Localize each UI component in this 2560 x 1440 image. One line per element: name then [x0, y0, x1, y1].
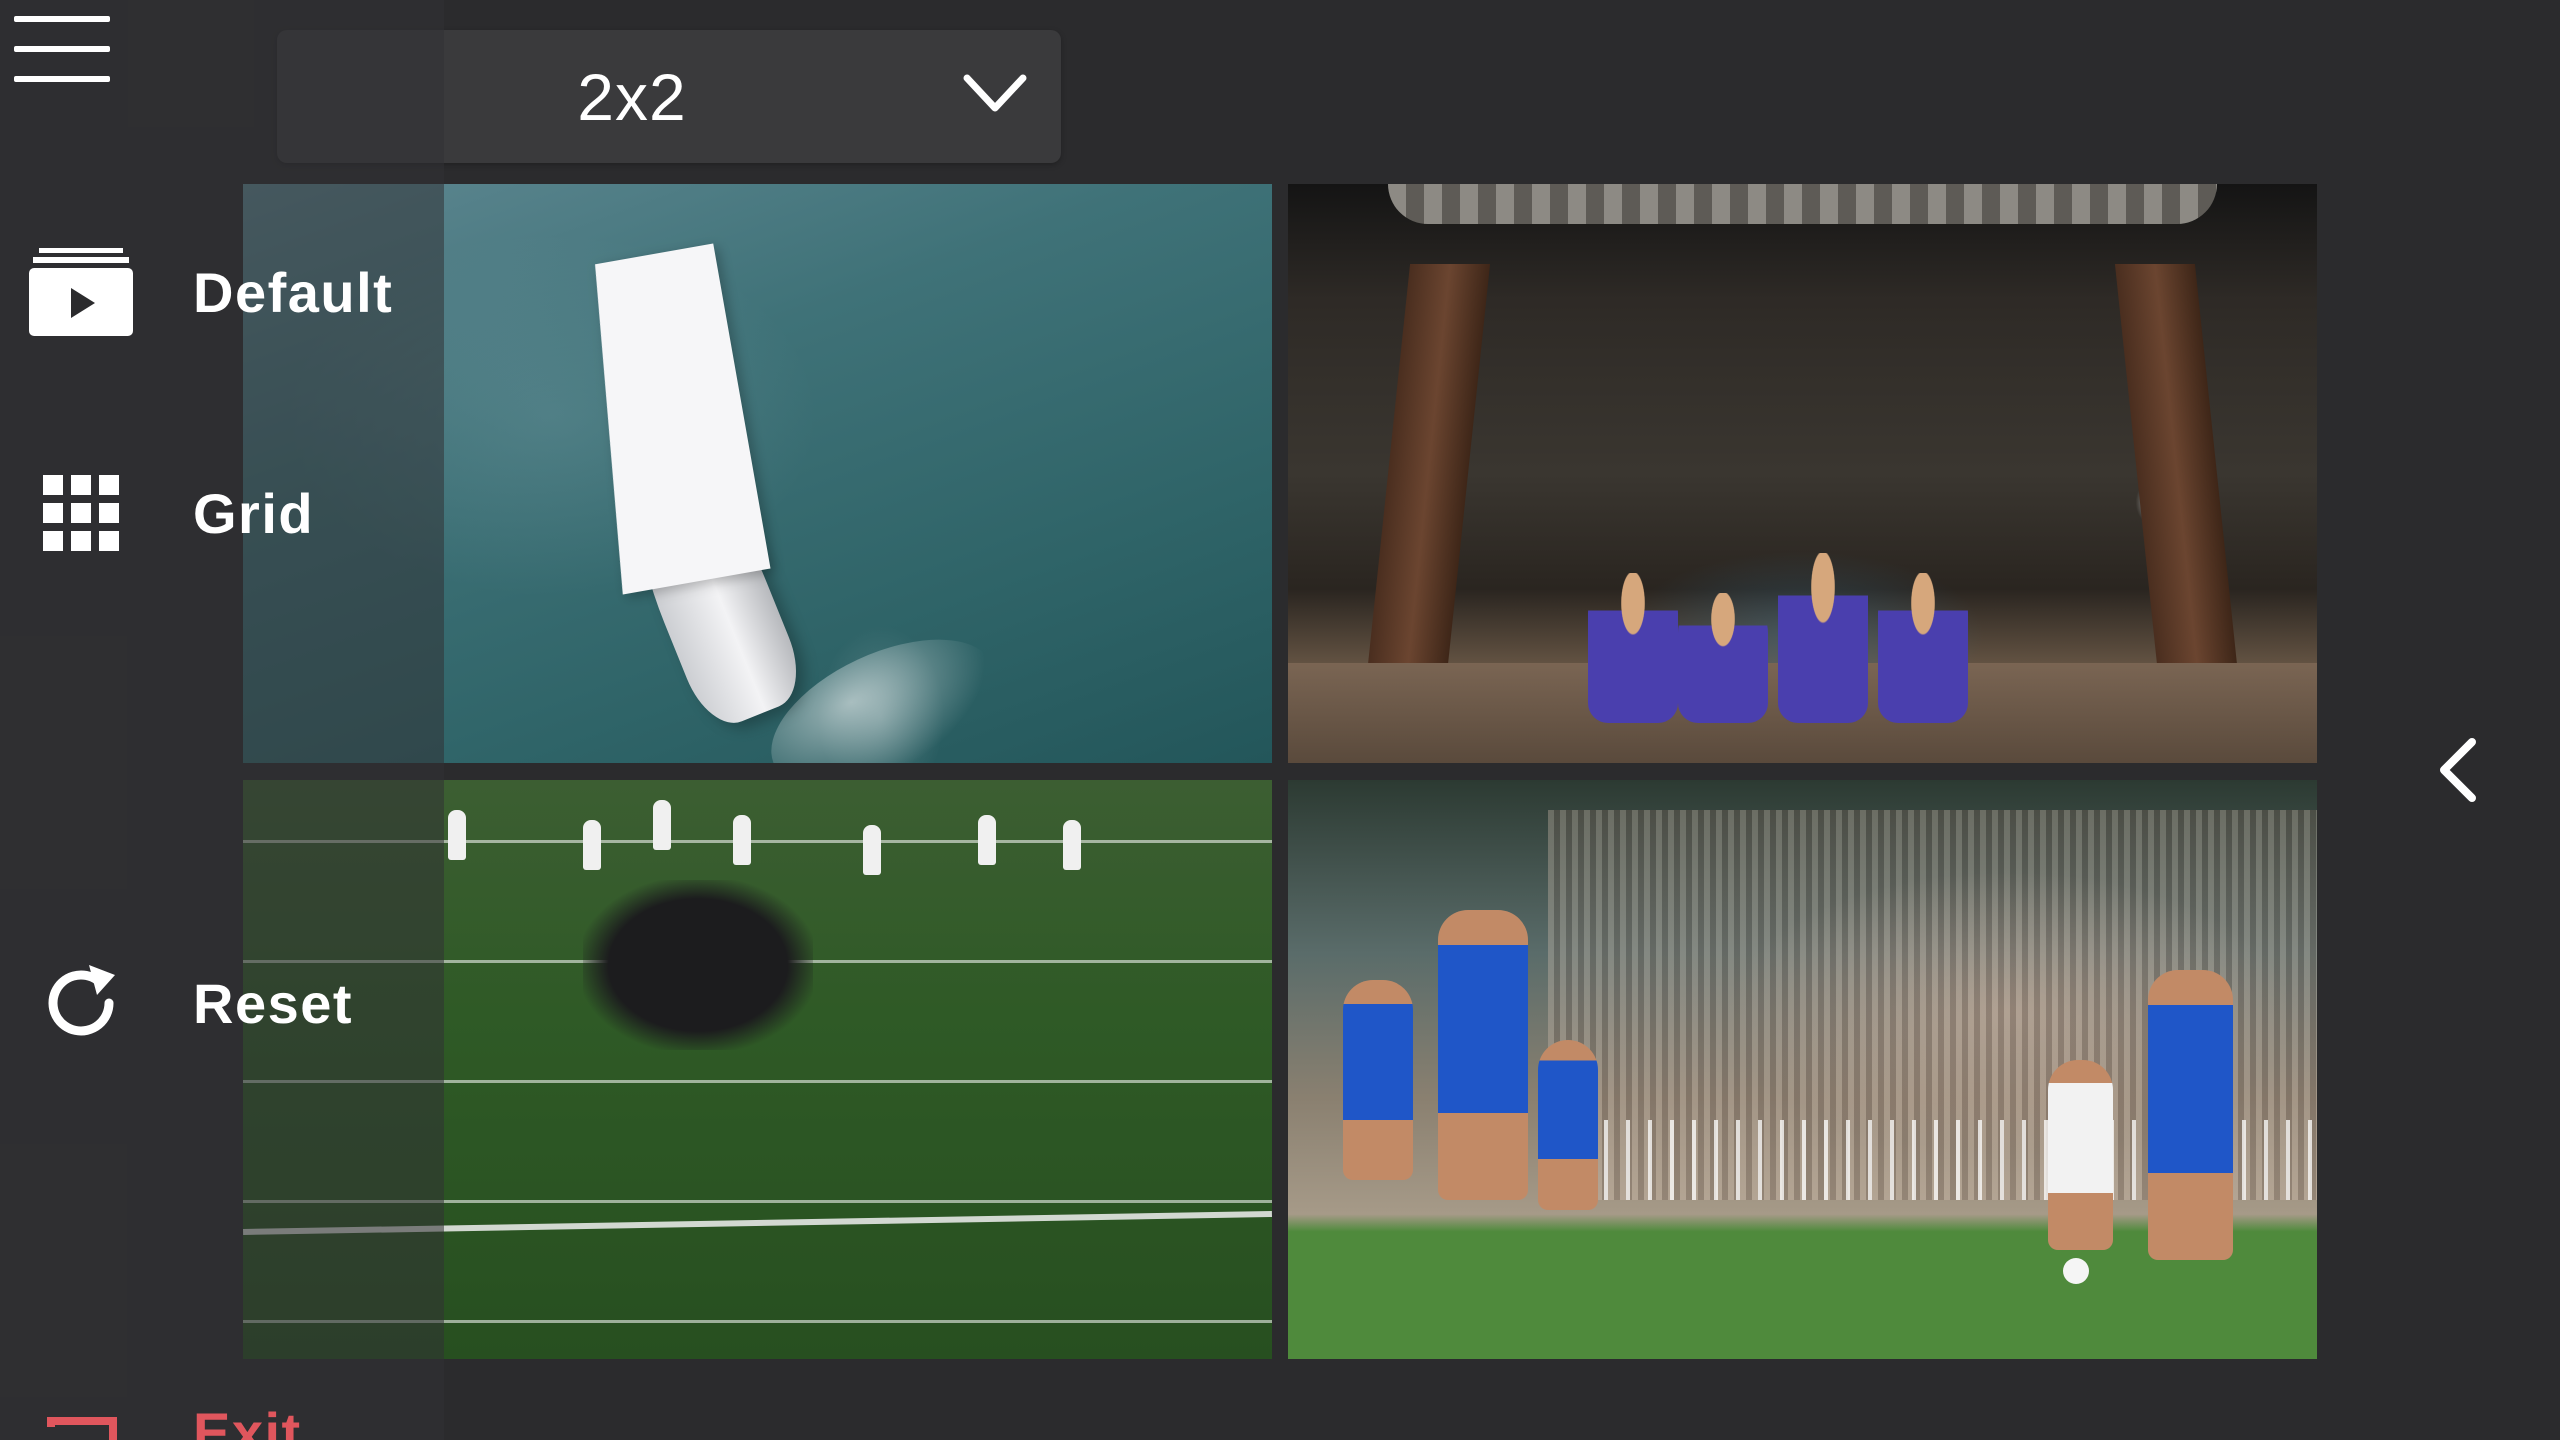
player — [1063, 820, 1081, 870]
stage-pillar-right — [2114, 264, 2240, 684]
soccer-ball — [2063, 1258, 2089, 1284]
team-huddle — [583, 880, 813, 1050]
video-tile-4[interactable] — [1288, 780, 2317, 1359]
chevron-down-icon — [963, 74, 1027, 112]
sidebar-item-label: Exit — [193, 1401, 302, 1440]
sidebar-item-default[interactable]: Default — [0, 232, 444, 352]
player — [1438, 910, 1528, 1200]
boat-sail — [565, 243, 771, 595]
grid-icon — [26, 458, 136, 568]
dancer — [1778, 553, 1868, 723]
sidebar-item-exit[interactable]: Exit — [0, 1370, 444, 1440]
player — [1343, 980, 1413, 1180]
player — [733, 815, 751, 865]
chevron-left-icon — [2440, 738, 2476, 802]
collapse-panel-button[interactable] — [2420, 730, 2500, 810]
refresh-icon — [26, 948, 136, 1058]
player — [1538, 1040, 1598, 1210]
player — [653, 800, 671, 850]
hamburger-menu-icon[interactable] — [14, 14, 110, 84]
stage-pillar-left — [1365, 264, 1491, 684]
exit-icon — [26, 1400, 136, 1440]
sidebar-item-label: Default — [193, 260, 394, 324]
sidebar-item-label: Grid — [193, 481, 315, 545]
video-grid — [243, 184, 2317, 1359]
play-video-icon — [26, 237, 136, 347]
sidebar-item-label: Reset — [193, 971, 354, 1035]
player — [978, 815, 996, 865]
dancer — [1878, 573, 1968, 723]
sidebar-item-reset[interactable]: Reset — [0, 943, 444, 1063]
stage-curtain — [1388, 184, 2217, 224]
player — [2048, 1060, 2113, 1250]
dancer — [1678, 593, 1768, 723]
player — [583, 820, 601, 870]
player — [448, 810, 466, 860]
sidebar: Default Grid Reset Exit — [0, 0, 444, 1440]
video-wall-screen: 2x2 Default Grid Reset Exit — [0, 0, 2560, 1440]
sidebar-item-grid[interactable]: Grid — [0, 453, 444, 573]
player — [863, 825, 881, 875]
video-tile-2[interactable] — [1288, 184, 2317, 763]
dancer — [1588, 573, 1678, 723]
player — [2148, 970, 2233, 1260]
